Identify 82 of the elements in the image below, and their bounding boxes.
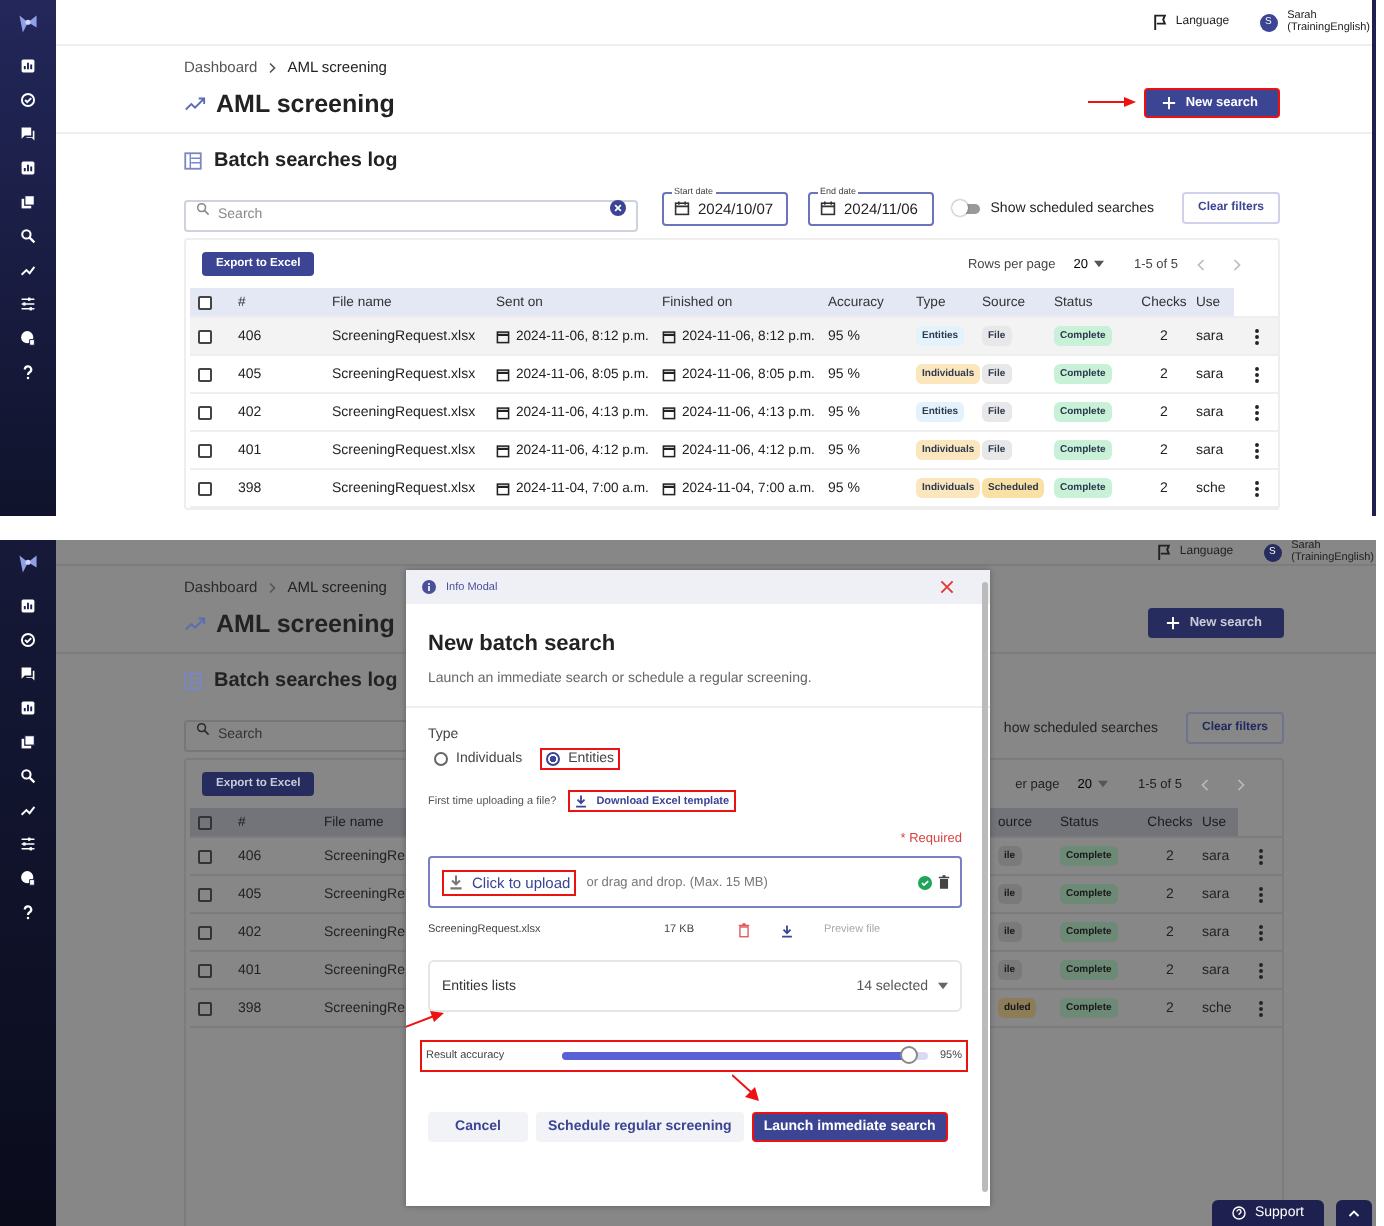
caret-icon xyxy=(1097,780,1108,788)
table-icon xyxy=(184,672,202,690)
table-icon xyxy=(184,152,202,170)
calendar-icon xyxy=(674,200,690,216)
checkbox[interactable] xyxy=(198,329,212,343)
checkbox[interactable] xyxy=(198,295,212,309)
trend-icon[interactable] xyxy=(20,802,36,818)
trash-icon[interactable] xyxy=(938,874,950,890)
calendar-icon xyxy=(496,329,510,343)
calendar-icon xyxy=(662,405,676,419)
download-icon xyxy=(574,794,589,808)
checkbox[interactable] xyxy=(198,887,212,901)
flag-icon xyxy=(1151,14,1168,30)
sliders-icon[interactable] xyxy=(20,836,36,852)
upload-icon xyxy=(448,874,464,890)
chevron-icon xyxy=(267,581,278,593)
chart-icon[interactable] xyxy=(20,700,36,716)
logo-icon xyxy=(16,552,40,576)
plus-icon xyxy=(1165,616,1180,630)
calendar-icon xyxy=(662,481,676,495)
chart-icon[interactable] xyxy=(20,58,36,74)
flag-icon xyxy=(1155,544,1172,560)
calendar-icon xyxy=(496,405,510,419)
more-icon[interactable] xyxy=(1253,479,1259,497)
modal-title: New batch search xyxy=(428,632,618,656)
search-icon[interactable] xyxy=(20,228,36,244)
checkbox[interactable] xyxy=(198,481,212,495)
check-icon[interactable] xyxy=(20,632,36,648)
help-icon[interactable] xyxy=(20,904,36,920)
logo-icon xyxy=(16,12,40,36)
search-icon[interactable] xyxy=(20,768,36,784)
more-icon[interactable] xyxy=(1253,327,1259,345)
calendar-icon xyxy=(496,367,510,381)
chart-icon[interactable] xyxy=(20,160,36,176)
download-icon[interactable] xyxy=(780,923,794,937)
search-icon xyxy=(196,721,210,735)
scrollbar[interactable] xyxy=(982,582,988,1192)
section-title: Batch searches log xyxy=(214,670,398,692)
help-icon[interactable] xyxy=(20,364,36,380)
chat-icon[interactable] xyxy=(20,126,36,142)
trend-icon[interactable] xyxy=(20,262,36,278)
accuracy-slider[interactable] xyxy=(562,1052,928,1060)
info-icon xyxy=(422,580,436,594)
checkbox[interactable] xyxy=(198,367,212,381)
more-icon[interactable] xyxy=(1253,441,1259,459)
scroll-top-button[interactable] xyxy=(1336,1200,1372,1226)
checkbox[interactable] xyxy=(198,925,212,939)
search-icon xyxy=(196,201,210,215)
copy-icon[interactable] xyxy=(20,194,36,210)
checkbox[interactable] xyxy=(198,443,212,457)
calendar-icon xyxy=(662,443,676,457)
caret-icon xyxy=(1093,260,1104,268)
copy-icon[interactable] xyxy=(20,734,36,750)
calendar-icon xyxy=(820,200,836,216)
calendar-icon xyxy=(662,329,676,343)
checkbox[interactable] xyxy=(198,405,212,419)
trend-icon xyxy=(184,95,206,111)
more-icon[interactable] xyxy=(1253,365,1259,383)
calendar-icon xyxy=(496,443,510,457)
calendar-icon xyxy=(496,481,510,495)
chevron-icon xyxy=(267,61,278,73)
calendar-icon xyxy=(662,367,676,381)
page-title: AML screening xyxy=(216,609,395,637)
caret-icon xyxy=(938,982,948,990)
plus-icon xyxy=(1161,96,1176,110)
toggle-switch[interactable] xyxy=(954,203,981,213)
chat-icon[interactable] xyxy=(20,666,36,682)
chart-icon[interactable] xyxy=(20,598,36,614)
more-icon[interactable] xyxy=(1253,403,1259,421)
page-title: AML screening xyxy=(216,89,395,117)
chevron-up-icon xyxy=(1348,1208,1360,1218)
check-icon[interactable] xyxy=(20,92,36,108)
section-title: Batch searches log xyxy=(214,150,398,172)
close-icon[interactable] xyxy=(940,580,954,594)
checkbox[interactable] xyxy=(198,1001,212,1015)
checkbox[interactable] xyxy=(198,849,212,863)
help-icon xyxy=(1232,1206,1247,1220)
sliders-icon[interactable] xyxy=(20,296,36,312)
checkbox[interactable] xyxy=(198,815,212,829)
clear-icon[interactable] xyxy=(610,200,626,216)
checkbox[interactable] xyxy=(198,963,212,977)
trend-icon xyxy=(184,615,206,631)
